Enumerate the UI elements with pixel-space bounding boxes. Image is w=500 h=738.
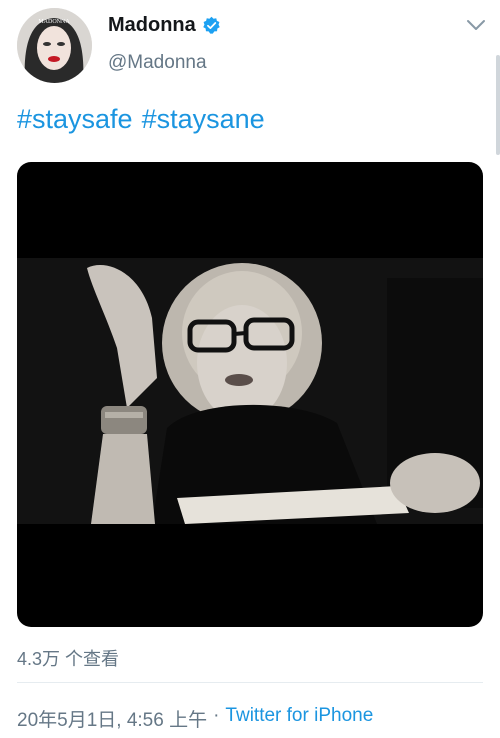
hashtag-link[interactable]: #staysane (142, 104, 265, 135)
avatar-logo-text: MADONNA (38, 19, 70, 25)
tweet-text: #staysafe #staysane (17, 104, 265, 135)
display-name[interactable]: Madonna (108, 14, 196, 37)
avatar[interactable]: MADONNA (17, 8, 92, 83)
chevron-down-icon[interactable] (466, 18, 486, 32)
scrollbar[interactable] (496, 55, 500, 155)
view-count[interactable]: 4.3万 个查看 (17, 645, 119, 671)
author-name-row[interactable]: Madonna (108, 14, 221, 37)
source-link[interactable]: Twitter for iPhone (225, 705, 373, 732)
timestamp: 20年5月1日, 4:56 上午 (17, 710, 208, 731)
divider (17, 682, 483, 683)
user-handle[interactable]: @Madonna (108, 52, 207, 74)
verified-badge-icon (203, 16, 220, 34)
video-player[interactable] (17, 162, 483, 627)
video-thumbnail (17, 258, 483, 524)
separator: · (213, 705, 220, 726)
hashtag-link[interactable]: #staysafe (17, 104, 133, 135)
tweet-meta: 20年5月1日, 4:56 上午 · Twitter for iPhone (17, 705, 373, 732)
